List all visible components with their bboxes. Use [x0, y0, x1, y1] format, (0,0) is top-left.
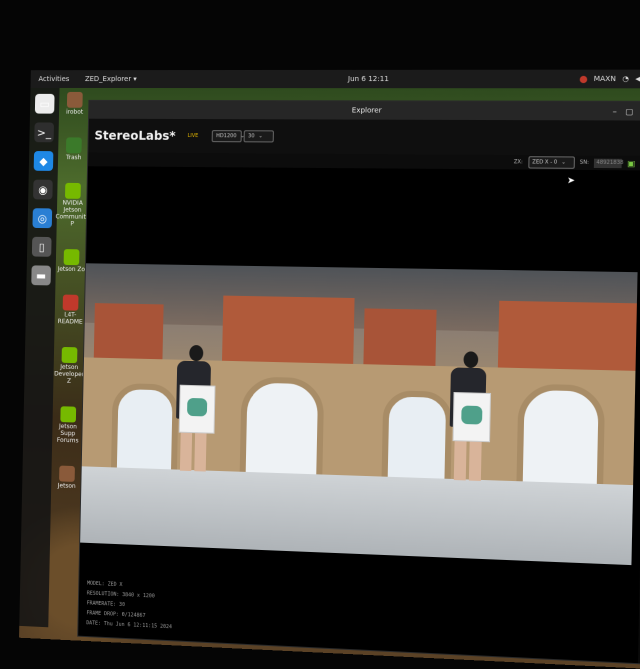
desktop-icon[interactable]: Trash: [66, 137, 82, 161]
desktop-icon[interactable]: Jetson: [57, 465, 76, 490]
volume-icon: ◀: [635, 74, 640, 84]
desktop-file-icon: [60, 406, 77, 423]
window-controls: – ▢ ✕: [612, 106, 640, 115]
serial-field[interactable]: 48921838: [594, 158, 624, 168]
resolution-select[interactable]: HD1200 ⌄: [212, 130, 245, 143]
desktop-file-icon: [59, 465, 75, 482]
poster-image: [452, 391, 492, 443]
video-viewer[interactable]: MODEL: ZED X RESOLUTION: 3840 x 1200 FRA…: [78, 166, 640, 664]
left-camera-frame: [80, 263, 356, 554]
right-camera-frame: [349, 267, 638, 566]
desktop-icon[interactable]: Jetson Zo: [58, 249, 86, 273]
desktop-icon-label: Jetson Zo: [57, 265, 86, 274]
desktop-icon-label: irobot: [65, 108, 84, 116]
vscode-icon: ◆: [39, 154, 48, 168]
desktop-icon-label: Jetson Supp Forums: [56, 423, 79, 445]
dock-app-vscode[interactable]: ◆: [33, 151, 54, 171]
serial-label: SN:: [579, 159, 589, 166]
chevron-down-icon: ⌄: [258, 133, 263, 140]
chromium-icon: ◎: [37, 211, 48, 225]
window-titlebar[interactable]: Explorer – ▢ ✕: [89, 100, 640, 121]
fps-select[interactable]: 30 ⌄: [243, 130, 275, 143]
mouse-cursor-icon: ➤: [566, 176, 576, 187]
desktop-icon-label: L4T-README: [57, 311, 83, 326]
system-tray[interactable]: MAXN ◔ ◀ ⏻: [579, 74, 640, 84]
maximize-button[interactable]: ▢: [625, 106, 633, 115]
window-title: Explorer: [351, 106, 382, 115]
desktop-icon-label: NVIDIA Jetson Community P: [55, 199, 90, 228]
dock-app-drive[interactable]: ▬: [31, 265, 51, 286]
dock-app-chromium[interactable]: ◎: [32, 208, 53, 229]
top-bar: Activities ZED_Explorer ▾ Jun 6 12:11 MA…: [30, 69, 640, 89]
desktop-icon[interactable]: Jetson Supp Forums: [52, 406, 84, 445]
resolution-value: HD1200: [216, 133, 237, 140]
drive-icon: ▬: [35, 268, 47, 282]
desktop-screen: Activities ZED_Explorer ▾ Jun 6 12:11 MA…: [0, 0, 640, 669]
desktop-icon[interactable]: irobot: [65, 91, 84, 116]
app-icon: ▯: [38, 240, 45, 254]
fps-value: 30: [248, 133, 255, 140]
desktop-file-icon: [63, 249, 80, 266]
activities-button[interactable]: Activities: [38, 75, 69, 83]
obs-icon: ◉: [38, 183, 48, 197]
minimize-button[interactable]: –: [612, 106, 616, 115]
camera-label: ZX:: [513, 159, 523, 166]
dock-app-obs[interactable]: ◉: [33, 179, 53, 200]
brand-logo: StereoLabs*: [94, 128, 176, 143]
record-icon[interactable]: ▣: [627, 158, 635, 167]
wifi-icon: ◔: [622, 74, 629, 84]
power-mode-badge[interactable]: MAXN: [594, 75, 616, 83]
files-icon: ▭: [39, 97, 50, 111]
dock-app-terminal[interactable]: >_: [34, 122, 54, 143]
desktop-icon-label: Jetson Developer Z: [54, 363, 85, 385]
poster-image: [178, 384, 216, 434]
clock[interactable]: Jun 6 12:11: [348, 75, 389, 83]
camera-select[interactable]: ZED X - 0 ⌄: [527, 156, 575, 169]
desktop-file-icon: [66, 91, 83, 108]
chevron-down-icon: ⌄: [561, 159, 566, 166]
dock-app-app[interactable]: ▯: [31, 236, 52, 257]
desktop-file-icon: [61, 346, 78, 364]
explorer-window: Explorer – ▢ ✕ StereoLabs* LIVE HD1200 ⌄…: [77, 99, 640, 665]
desktop-file-icon: [64, 182, 81, 199]
stereo-view: [80, 263, 638, 566]
app-toolbar: StereoLabs* LIVE HD1200 ⌄ 30 ⌄: [88, 118, 640, 156]
app-menu[interactable]: ZED_Explorer ▾: [85, 75, 137, 83]
camera-info-panel: MODEL: ZED X RESOLUTION: 3840 x 1200 FRA…: [86, 579, 173, 633]
desktop-file-icon: [65, 137, 82, 154]
desktop-icon[interactable]: L4T-README: [55, 294, 87, 326]
desktop-icon[interactable]: Jetson Developer Z: [53, 346, 85, 385]
desktop-icon-label: Trash: [65, 154, 82, 162]
terminal-icon: >_: [36, 125, 52, 139]
desktop-icon-label: Jetson: [57, 482, 76, 490]
desktop-file-icon: [62, 294, 79, 311]
live-indicator: LIVE: [187, 133, 199, 140]
dock-app-files[interactable]: ▭: [34, 93, 55, 114]
desktop-icon[interactable]: NVIDIA Jetson Community P: [55, 182, 90, 228]
camera-value: ZED X - 0: [532, 159, 558, 166]
notification-icon: [579, 75, 588, 83]
